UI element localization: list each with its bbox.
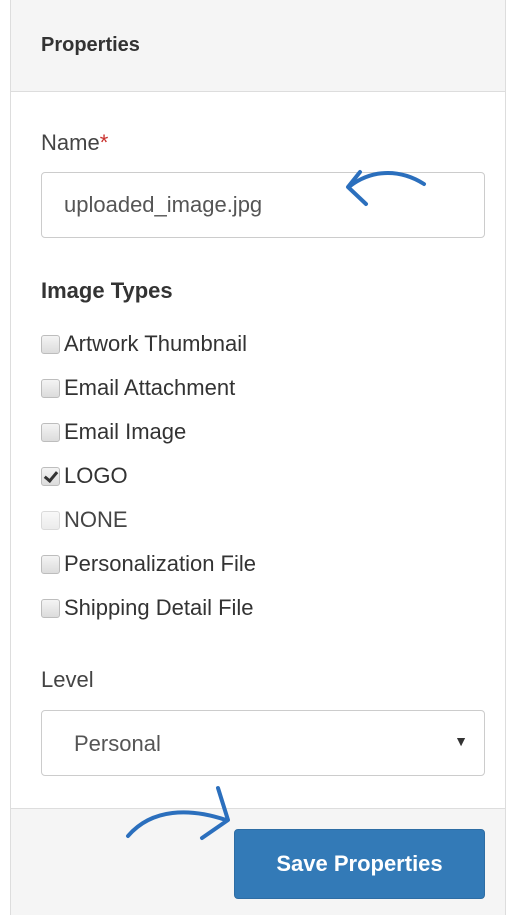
image-types-title: Image Types [41,278,173,303]
panel-footer: Save Properties [11,808,505,915]
checkbox-logo[interactable] [41,466,60,486]
level-label: Level [41,667,94,692]
checkbox-label: Shipping Detail File [64,595,254,620]
properties-panel: Properties Name* Image Types Artwork Thu… [10,0,506,915]
checkbox-none [41,510,60,530]
checkbox-row-none: NONE [41,503,361,537]
checkbox-row-email-image[interactable]: Email Image [41,415,361,449]
save-properties-button[interactable]: Save Properties [234,829,485,899]
name-label-text: Name [41,130,100,155]
checkbox-label: NONE [64,507,128,532]
name-label: Name* [41,130,108,156]
checkbox-label: Personalization File [64,551,256,576]
checkbox-row-artwork-thumbnail[interactable]: Artwork Thumbnail [41,327,361,361]
caret-down-icon: ▼ [454,733,468,749]
checkbox-row-shipping-detail-file[interactable]: Shipping Detail File [41,591,361,625]
level-selected-value: Personal [74,731,161,756]
name-input[interactable] [41,172,485,238]
checkbox-row-personalization-file[interactable]: Personalization File [41,547,361,581]
level-select[interactable]: Personal ▼ [41,710,485,776]
checkbox-label: Email Image [64,419,187,444]
checkbox-email-attachment[interactable] [41,378,60,398]
checkbox-label: LOGO [64,463,128,488]
checkbox-label: Artwork Thumbnail [64,331,247,356]
checkbox-email-image[interactable] [41,422,60,442]
checkbox-row-logo[interactable]: LOGO [41,459,361,493]
required-mark: * [99,130,109,155]
checkbox-artwork-thumbnail[interactable] [41,334,60,354]
checkbox-shipping-detail-file[interactable] [41,598,60,618]
checkbox-row-email-attachment[interactable]: Email Attachment [41,371,361,405]
panel-heading: Properties [11,0,505,92]
checkbox-label: Email Attachment [64,375,236,400]
checkbox-personalization-file[interactable] [41,554,60,574]
panel-title: Properties [41,34,140,56]
